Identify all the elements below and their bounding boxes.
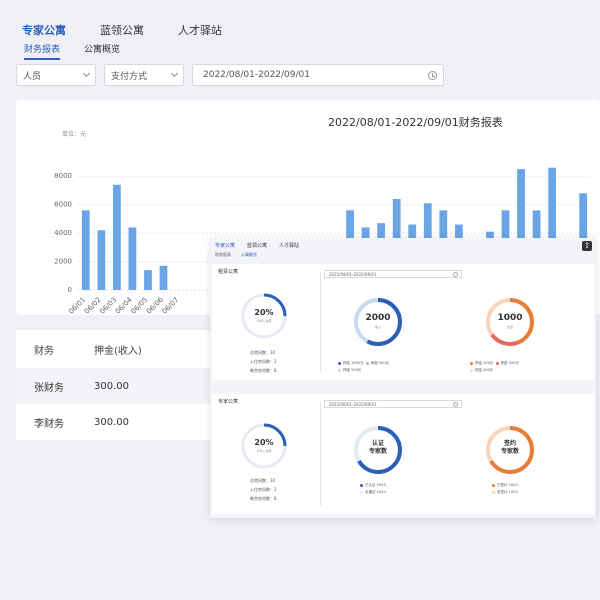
table-header: 财务 押金(收入): [16, 330, 216, 368]
stat-occupied: 入住房间数：2: [250, 487, 277, 492]
person-select[interactable]: 人员: [16, 64, 96, 86]
expert-apartment-card: 专家公寓 2022/08/01-2022/09/01 20% 平均入住率 总房间…: [212, 394, 594, 514]
certified-label: 认证 专家数: [368, 440, 387, 455]
legend-item: 押金 500元: [475, 368, 494, 372]
overlay-tab-bluecollar[interactable]: 蓝领公寓: [247, 242, 267, 249]
stat-remaining: 剩余房间数：8: [250, 368, 277, 373]
card-date-value: 2022/08/01-2022/09/01: [329, 402, 377, 407]
overlay-tab-talent[interactable]: 人才驿站: [279, 242, 299, 249]
occupancy-percent: 20%: [254, 308, 274, 317]
chart-bar[interactable]: [128, 227, 137, 290]
y-tick-label: 2000: [54, 258, 72, 266]
signed-label: 签约 专家数: [500, 440, 519, 455]
chart-bar[interactable]: [144, 270, 152, 290]
overview-overlay: 专家公寓 蓝领公寓 人才驿站 财务报表 公寓概览 ⇧ 租赁公寓 2022/08/…: [210, 238, 596, 518]
chevron-down-icon: [82, 69, 91, 78]
occupancy-percent: 20%: [254, 438, 274, 447]
legend-item: 押金 1000元: [343, 361, 364, 365]
clock-icon: [453, 402, 458, 407]
room-stats: 总房间数：10 入住房间数：2 剩余房间数：8: [250, 476, 277, 503]
card-divider: [320, 402, 321, 506]
payment-select-label: 支付方式: [111, 71, 148, 82]
cell-deposit: 300.00: [94, 380, 129, 392]
expense-legend: 押金 200元 房费 300元 押金 500元: [470, 360, 519, 374]
legend-item: 房费 300元: [500, 361, 519, 365]
chevron-down-icon: [170, 69, 179, 78]
y-tick-label: 8000: [54, 172, 72, 180]
card-title: 专家公寓: [218, 399, 239, 405]
overlay-subtab-overview[interactable]: 公寓概览: [241, 252, 257, 258]
export-icon[interactable]: ⇧: [582, 241, 592, 251]
signed-legend: 已签约 200人 未签约 100人: [492, 482, 519, 496]
table-row[interactable]: 张财务 300.00: [16, 368, 216, 404]
card-date-picker[interactable]: 2022/08/01-2022/09/01: [324, 270, 462, 278]
legend-item: 未签约 100人: [497, 490, 519, 494]
stat-occupied: 入住房间数：2: [250, 359, 277, 364]
sub-tabs: 财务报表 公寓概览: [24, 42, 120, 60]
room-stats: 总房间数：10 入住房间数：2 剩余房间数：8: [250, 348, 277, 375]
tab-talent-station[interactable]: 人才驿站: [178, 22, 222, 38]
chart-bar[interactable]: [97, 230, 106, 290]
date-range-picker[interactable]: 2022/08/01-2022/09/01: [192, 64, 444, 86]
top-tabs: 专家公寓 蓝领公寓 人才驿站: [22, 22, 222, 38]
expense-value: 1000: [497, 313, 523, 323]
income-legend: 押金 1000元 房租 500元 押金 500元: [338, 360, 389, 374]
chart-bar[interactable]: [81, 210, 90, 290]
stat-remaining: 剩余房间数：8: [250, 496, 277, 501]
tab-expert-apartment[interactable]: 专家公寓: [22, 22, 66, 38]
x-tick-label: 06/07: [161, 296, 181, 315]
card-title: 租赁公寓: [218, 269, 239, 275]
overlay-tabs: 专家公寓 蓝领公寓 人才驿站: [215, 242, 299, 249]
person-select-label: 人员: [23, 71, 42, 82]
stat-total: 总房间数：10: [250, 478, 276, 483]
clock-icon: [428, 70, 437, 80]
filter-bar: 人员 支付方式 2022/08/01-2022/09/01: [16, 64, 444, 86]
finance-table: 财务 押金(收入) 张财务 300.00 李财务 300.00: [16, 330, 216, 440]
chart-bar[interactable]: [159, 265, 168, 290]
legend-item: 押金 200元: [475, 361, 494, 365]
table-row[interactable]: 李财务 300.00: [16, 404, 216, 440]
income-value: 2000: [365, 313, 391, 323]
overlay-subtabs: 财务报表 公寓概览: [215, 252, 257, 258]
subtab-finance-report[interactable]: 财务报表: [24, 42, 61, 60]
legend-item: 已认证 200人: [365, 483, 387, 487]
certified-legend: 已认证 200人 未通过 100人: [360, 482, 387, 496]
occupancy-sub: 平均入住率: [256, 319, 272, 323]
column-header-deposit: 押金(收入): [94, 345, 142, 357]
rental-apartment-card: 租赁公寓 2022/08/01-2022/09/01 20% 平均入住率 总房间…: [212, 264, 594, 380]
y-tick-label: 4000: [54, 229, 72, 237]
chart-bar[interactable]: [112, 184, 121, 290]
expense-sub: 支出: [506, 325, 513, 329]
subtab-apartment-overview[interactable]: 公寓概览: [84, 42, 120, 60]
legend-item: 押金 500元: [343, 368, 362, 372]
cell-deposit: 300.00: [94, 416, 129, 428]
date-range-value: 2022/08/01-2022/09/01: [203, 70, 310, 80]
legend-item: 已签约 200人: [497, 483, 519, 487]
overlay-tab-expert[interactable]: 专家公寓: [215, 242, 235, 249]
overlay-subtab-finance[interactable]: 财务报表: [215, 252, 231, 258]
card-date-value: 2022/08/01-2022/09/01: [329, 272, 377, 277]
tab-bluecollar-apartment[interactable]: 蓝领公寓: [100, 22, 144, 38]
legend-item: 房租 500元: [370, 361, 390, 365]
cell-name: 李财务: [34, 418, 64, 430]
clock-icon: [453, 272, 458, 277]
legend-item: 未通过 100人: [365, 490, 387, 494]
payment-select[interactable]: 支付方式: [104, 64, 184, 86]
column-header-finance: 财务: [34, 345, 54, 357]
y-tick-label: 0: [68, 286, 72, 294]
cell-name: 张财务: [34, 382, 64, 394]
stat-total: 总房间数：10: [250, 350, 276, 355]
y-tick-label: 6000: [54, 201, 72, 209]
card-date-picker[interactable]: 2022/08/01-2022/09/01: [324, 400, 462, 408]
card-divider: [320, 272, 321, 372]
occupancy-sub: 平均入住率: [256, 449, 272, 453]
income-sub: 收入: [374, 325, 381, 329]
